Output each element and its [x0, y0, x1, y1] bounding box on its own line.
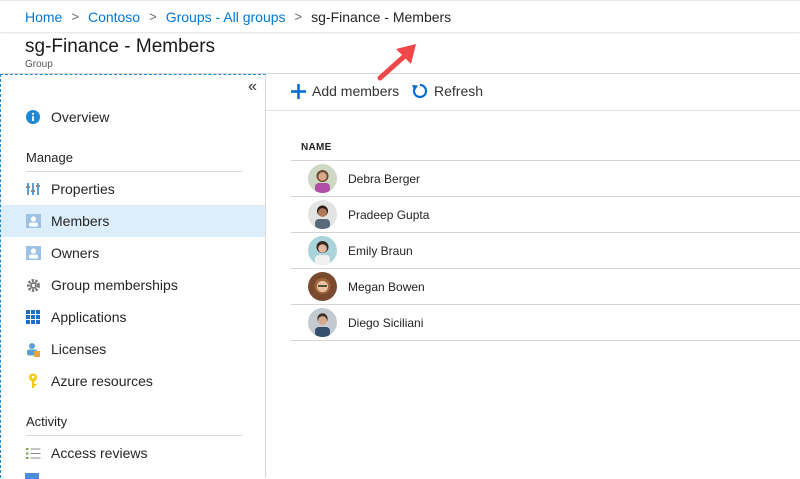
avatar — [308, 308, 337, 337]
breadcrumb-separator: > — [294, 9, 303, 24]
add-members-label: Add members — [312, 83, 400, 99]
sidebar-item-access-reviews[interactable]: Access reviews — [1, 437, 265, 469]
sidebar-item-azure-resources[interactable]: Azure resources — [1, 365, 265, 397]
license-icon — [25, 341, 41, 357]
collapse-sidebar-button[interactable]: « — [248, 79, 257, 95]
breadcrumb-separator: > — [149, 9, 157, 24]
member-name[interactable]: Megan Bowen — [348, 280, 425, 294]
sidebar-item-overview[interactable]: Overview — [1, 101, 265, 133]
member-name[interactable]: Pradeep Gupta — [348, 208, 429, 222]
avatar — [308, 236, 337, 265]
section-divider — [26, 171, 242, 172]
members-icon — [25, 213, 41, 229]
sidebar-item-label: Owners — [51, 245, 100, 261]
members-table: NAME Debra Berger Pradeep Gupta Emily Br… — [291, 134, 800, 341]
info-icon — [25, 109, 41, 125]
column-header-name[interactable]: NAME — [291, 134, 800, 161]
gear-icon — [25, 277, 41, 293]
sidebar-item-group-memberships[interactable]: Group memberships — [1, 269, 265, 301]
grid-icon — [25, 309, 41, 325]
truncated-icon — [25, 473, 39, 479]
sidebar-item-label: Overview — [51, 109, 110, 125]
breadcrumb: Home > Contoso > Groups - All groups > s… — [0, 0, 800, 32]
sidebar-item-properties[interactable]: Properties — [1, 173, 265, 205]
key-icon — [25, 373, 41, 389]
breadcrumb-current: sg-Finance - Members — [311, 8, 452, 25]
breadcrumb-home[interactable]: Home — [25, 9, 62, 25]
member-name[interactable]: Emily Braun — [348, 244, 413, 258]
properties-icon — [25, 181, 41, 197]
breadcrumb-groups[interactable]: Groups - All groups — [166, 9, 286, 25]
annotation-arrow-icon — [377, 44, 416, 81]
sidebar-item-label: Azure resources — [51, 373, 153, 389]
refresh-label: Refresh — [434, 83, 484, 99]
sidebar-item-label: Applications — [51, 309, 127, 325]
sidebar-item-label: Licenses — [51, 341, 107, 357]
avatar — [308, 272, 337, 301]
table-row[interactable]: Megan Bowen — [291, 269, 800, 305]
table-row[interactable]: Diego Siciliani — [291, 305, 800, 341]
main-content: Add members Refresh NAME Debra Berger Pr… — [266, 74, 800, 478]
refresh-icon — [412, 83, 428, 99]
table-row[interactable]: Emily Braun — [291, 233, 800, 269]
refresh-button[interactable]: Refresh — [412, 83, 483, 99]
avatar — [308, 200, 337, 229]
checklist-icon — [25, 445, 41, 461]
sidebar-item-label: Properties — [51, 181, 115, 197]
section-divider — [26, 435, 242, 436]
breadcrumb-contoso[interactable]: Contoso — [88, 9, 140, 25]
avatar — [308, 164, 337, 193]
plus-icon — [291, 83, 306, 99]
section-label-manage: Manage — [26, 150, 73, 165]
sidebar-item-label: Group memberships — [51, 277, 178, 293]
table-row[interactable]: Debra Berger — [291, 161, 800, 197]
sidebar: « Overview Manage Properties Members Own… — [0, 74, 266, 479]
sidebar-item-owners[interactable]: Owners — [1, 237, 265, 269]
sidebar-item-label: Members — [51, 213, 110, 229]
member-name[interactable]: Diego Siciliani — [348, 316, 423, 330]
sidebar-item-members[interactable]: Members — [1, 205, 265, 237]
owners-icon — [25, 245, 41, 261]
table-row[interactable]: Pradeep Gupta — [291, 197, 800, 233]
sidebar-item-licenses[interactable]: Licenses — [1, 333, 265, 365]
sidebar-item-applications[interactable]: Applications — [1, 301, 265, 333]
add-members-button[interactable]: Add members — [291, 83, 399, 99]
sidebar-item-label: Access reviews — [51, 445, 148, 461]
breadcrumb-separator: > — [71, 9, 79, 24]
section-label-activity: Activity — [26, 414, 68, 429]
member-name[interactable]: Debra Berger — [348, 172, 420, 186]
toolbar: Add members Refresh — [266, 74, 800, 111]
